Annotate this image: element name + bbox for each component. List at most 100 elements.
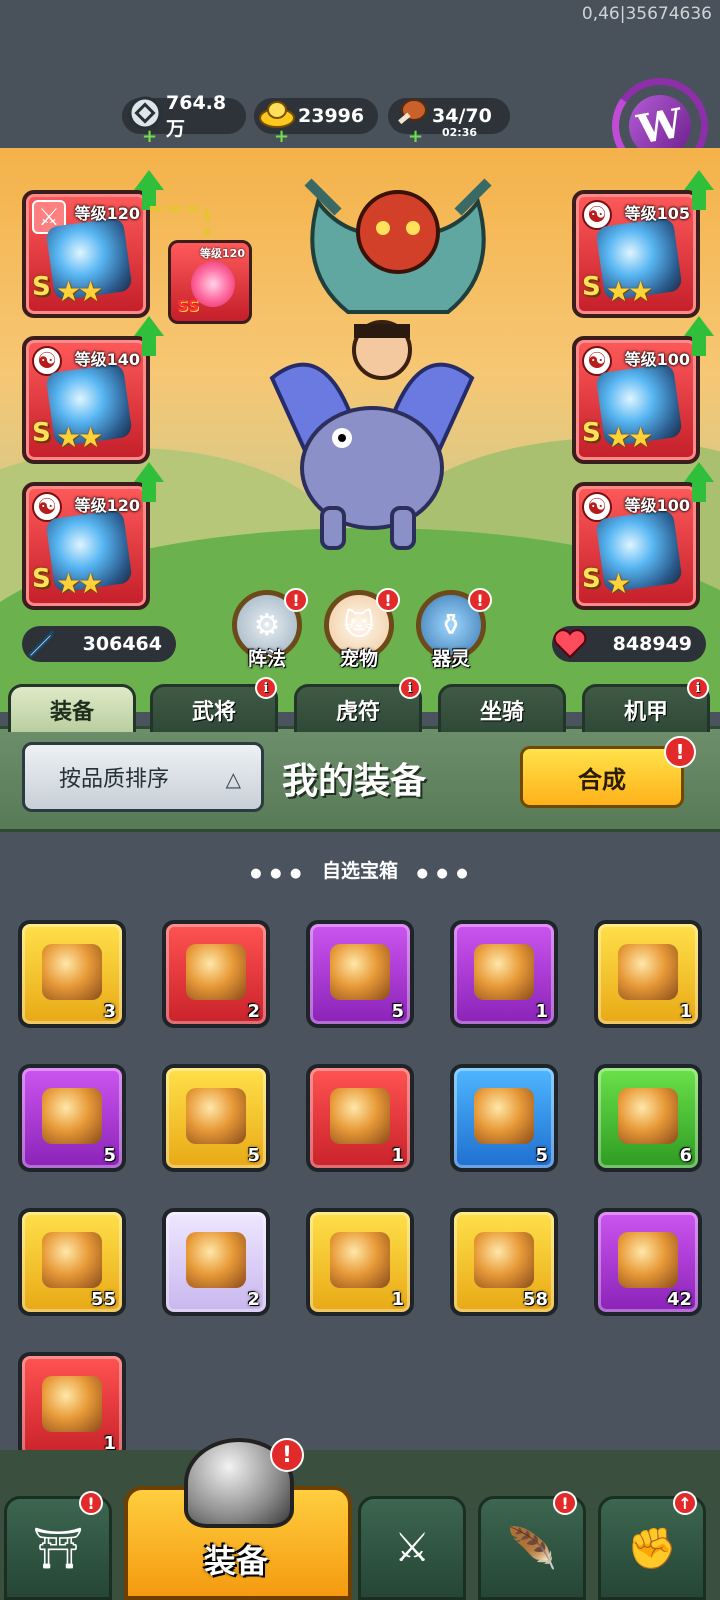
formation-badge: !: [284, 588, 308, 612]
nav-equipment[interactable]: 装备 !: [124, 1438, 352, 1600]
item-tile[interactable]: 1: [594, 920, 702, 1028]
pet-label: 宠物: [339, 648, 378, 670]
nav-equipment-label: 装备: [204, 1542, 269, 1580]
upgrade-arrow-icon[interactable]: [680, 462, 718, 506]
info-badge: i: [399, 677, 421, 699]
pet-badge: !: [376, 588, 400, 612]
equip-stars: ★★: [606, 421, 653, 454]
item-tile[interactable]: 5: [450, 1064, 558, 1172]
formation-button[interactable]: ⚙ 阵法 !: [230, 588, 308, 687]
tab-mecha[interactable]: 机甲 i: [582, 677, 710, 732]
item-count: 5: [247, 1145, 260, 1166]
chest-icon: [186, 1232, 246, 1288]
nav-battle[interactable]: ⚔: [358, 1496, 466, 1600]
tab-label: 坐骑: [479, 699, 524, 725]
tab-label: 装备: [49, 699, 94, 725]
nav-shop[interactable]: ⛩ !: [4, 1491, 112, 1600]
pet-button[interactable]: 🐱 宠物 !: [322, 588, 400, 687]
silver-resource[interactable]: + 764.8万: [122, 92, 246, 147]
chest-icon: [330, 1232, 390, 1288]
nav-main-badge: !: [270, 1438, 304, 1472]
pet-equip-slot[interactable]: 等级120 SS: [168, 240, 252, 324]
tab-label: 虎符: [335, 699, 380, 725]
item-count: 5: [103, 1145, 116, 1166]
tab-generals[interactable]: 武将 i: [150, 677, 278, 732]
chest-icon: [186, 1088, 246, 1144]
equip-stars: ★★: [606, 275, 653, 308]
item-tile[interactable]: 2: [162, 920, 270, 1028]
chest-icon: [474, 1088, 534, 1144]
merge-button[interactable]: 合成: [520, 746, 684, 808]
item-tile[interactable]: 3: [18, 920, 126, 1028]
item-count: 1: [679, 1001, 692, 1022]
chest-icon: [330, 944, 390, 1000]
item-count: 2: [247, 1001, 260, 1022]
equip-grade: S: [32, 272, 51, 302]
shop-icon: ⛩: [32, 1525, 84, 1572]
attack-stat: 306464: [22, 626, 176, 662]
item-tile[interactable]: 55: [18, 1208, 126, 1316]
food-timer: 02:36: [442, 126, 478, 139]
item-tile[interactable]: 1: [18, 1352, 126, 1460]
item-tile[interactable]: 2: [162, 1208, 270, 1316]
equip-grade: S: [582, 418, 601, 448]
item-count: 1: [391, 1145, 404, 1166]
upgrade-arrow-icon[interactable]: [130, 462, 168, 506]
item-tile[interactable]: 1: [306, 1064, 414, 1172]
add-gold-icon[interactable]: +: [274, 126, 289, 147]
info-badge: i: [255, 677, 277, 699]
chest-icon: [330, 1088, 390, 1144]
gold-value: 23996: [298, 105, 365, 127]
equip-stars: ★★: [56, 567, 103, 600]
upgrade-arrow-icon[interactable]: [680, 316, 718, 360]
item-tile[interactable]: 1: [450, 920, 558, 1028]
section-heading: ● ● ● 自选宝箱 ● ● ●: [0, 856, 720, 883]
equip-stars: ★★: [56, 421, 103, 454]
item-count: 5: [391, 1001, 404, 1022]
pet-level: 等级120: [200, 247, 245, 260]
chest-icon: [42, 1088, 102, 1144]
item-tile[interactable]: 42: [594, 1208, 702, 1316]
chest-icon: [474, 944, 534, 1000]
crossed-swords-icon: ⚔: [394, 1525, 430, 1571]
tab-tiger-tally[interactable]: 虎符 i: [294, 677, 422, 732]
merge-label: 合成: [578, 765, 626, 794]
spirit-button[interactable]: ⚱ 器灵 !: [414, 588, 492, 687]
item-count: 1: [535, 1001, 548, 1022]
triangle-up-icon: △: [225, 767, 241, 791]
nav-heroes[interactable]: 🪶 !: [478, 1491, 586, 1600]
add-food-icon[interactable]: +: [408, 126, 423, 147]
equip-grade: S: [582, 564, 601, 594]
upgrade-arrow-icon[interactable]: [680, 170, 718, 214]
item-count: 3: [103, 1001, 116, 1022]
hp-stat: 848949: [552, 626, 706, 662]
tab-label: 武将: [191, 699, 236, 725]
add-silver-icon[interactable]: +: [142, 126, 157, 147]
gold-resource[interactable]: + 23996: [254, 98, 378, 147]
pet-grade: SS: [177, 296, 200, 315]
tab-mount[interactable]: 坐骑: [438, 684, 566, 732]
equip-grade: S: [32, 418, 51, 448]
item-tile[interactable]: 5: [18, 1064, 126, 1172]
item-tile[interactable]: 1: [306, 1208, 414, 1316]
section-decor-right: ● ● ●: [416, 866, 470, 881]
tab-equipment[interactable]: 装备: [8, 684, 136, 732]
attack-value: 306464: [82, 633, 162, 655]
section-decor-left: ● ● ●: [250, 866, 304, 881]
nav-upgrade[interactable]: ✊ ↑: [598, 1491, 706, 1600]
food-value: 34/70: [432, 105, 492, 127]
item-tile[interactable]: 5: [162, 1064, 270, 1172]
item-tile[interactable]: 6: [594, 1064, 702, 1172]
equip-stars: ★★: [56, 275, 103, 308]
sort-dropdown[interactable]: 按品质排序 △: [22, 742, 264, 812]
item-count: 42: [666, 1289, 692, 1310]
nav-badge: ↑: [673, 1491, 697, 1515]
chest-icon: [186, 944, 246, 1000]
item-tile[interactable]: 58: [450, 1208, 558, 1316]
upgrade-arrow-icon[interactable]: [130, 316, 168, 360]
hp-value: 848949: [612, 633, 692, 655]
item-tile[interactable]: 5: [306, 920, 414, 1028]
chest-icon: [42, 944, 102, 1000]
hero-on-elephant[interactable]: [262, 318, 482, 558]
debug-readout: 0,46|35674636: [581, 4, 712, 24]
